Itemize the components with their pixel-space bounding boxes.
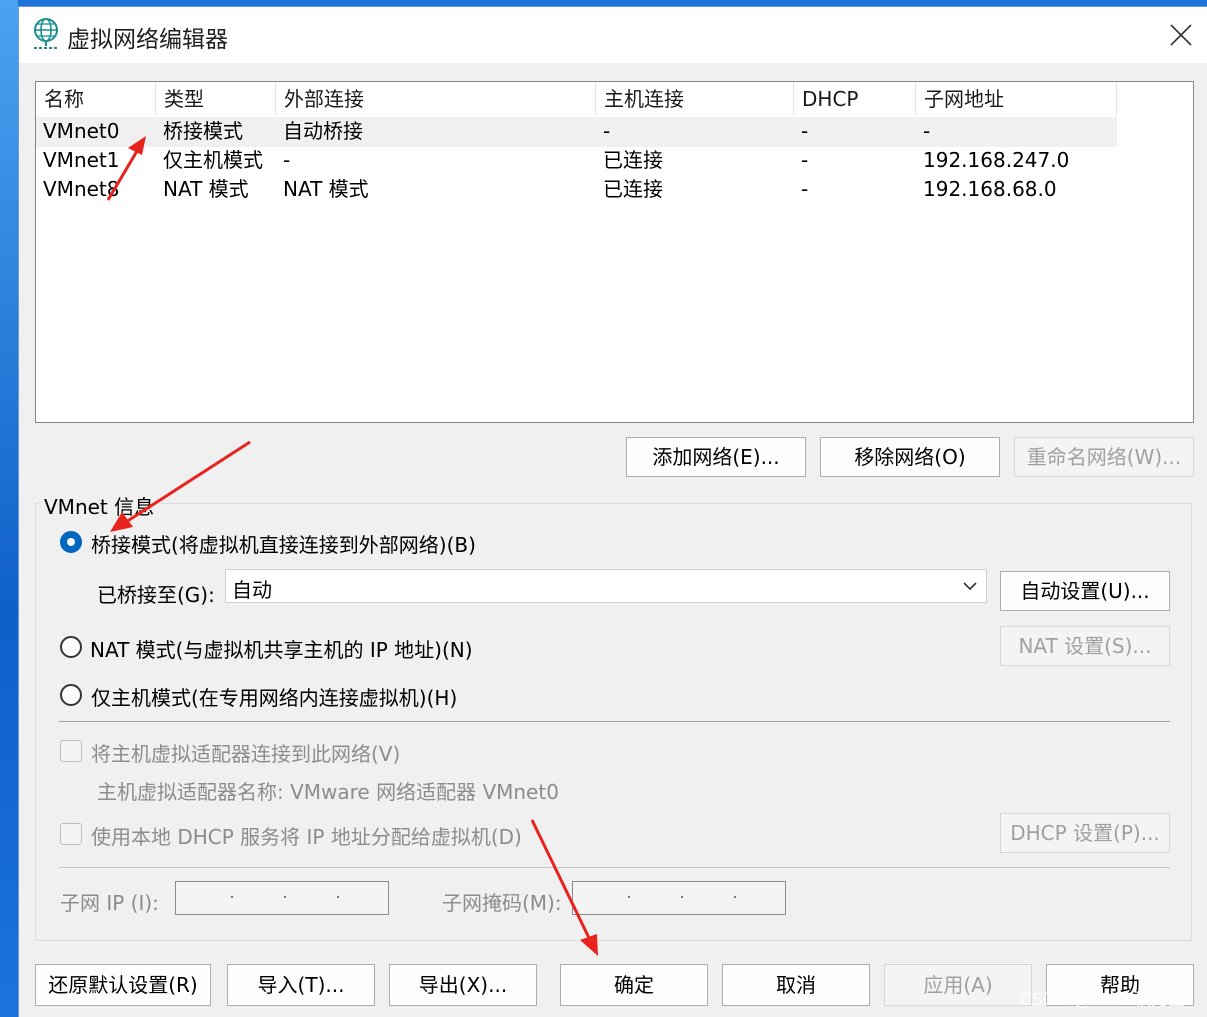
nat-label[interactable]: NAT 模式(与虚拟机共享主机的 IP 地址)(N): [90, 634, 473, 663]
title-bar: 虚拟网络编辑器: [19, 7, 1207, 63]
desktop-edge: [0, 0, 18, 1016]
bridged-to-value: 自动: [232, 578, 272, 602]
row-cell: 192.168.68.0: [923, 177, 1057, 201]
import-button[interactable]: 导入(T)...: [227, 964, 375, 1006]
subnet-ip-label: 子网 IP (I):: [60, 891, 159, 915]
row-cell: 仅主机模式: [163, 148, 263, 172]
row-cell: 已连接: [603, 148, 663, 172]
row-cell: -: [923, 119, 931, 143]
row-cell: -: [801, 148, 809, 172]
host-only-label[interactable]: 仅主机模式(在专用网络内连接虚拟机)(H): [91, 682, 457, 711]
restore-defaults-button[interactable]: 还原默认设置(R): [35, 964, 211, 1006]
connect-adapter-checkbox[interactable]: [60, 740, 82, 762]
ok-button[interactable]: 确定: [560, 964, 708, 1006]
row-cell: 桥接模式: [163, 119, 243, 143]
dhcp-settings-button[interactable]: DHCP 设置(P)...: [1000, 813, 1170, 853]
column-name[interactable]: 名称: [36, 82, 156, 116]
dhcp-label[interactable]: 使用本地 DHCP 服务将 IP 地址分配给虚拟机(D): [91, 821, 522, 850]
row-cell: 已连接: [603, 177, 663, 201]
window-title: 虚拟网络编辑器: [67, 27, 228, 53]
row-cell: NAT 模式: [163, 177, 249, 201]
chevron-down-icon: [963, 582, 977, 591]
nat-radio[interactable]: [60, 636, 82, 658]
auto-settings-button[interactable]: 自动设置(U)...: [1000, 571, 1170, 611]
bridged-to-label: 已桥接至(G):: [97, 583, 215, 607]
row-cell: -: [801, 119, 809, 143]
vmnet-info-title: VMnet 信息: [39, 491, 160, 520]
subnet-mask-input[interactable]: [572, 881, 786, 915]
separator: [59, 721, 1170, 722]
row-cell: -: [801, 177, 809, 201]
connect-adapter-label[interactable]: 将主机虚拟适配器连接到此网络(V): [91, 738, 400, 767]
column-external[interactable]: 外部连接: [276, 82, 596, 116]
network-list[interactable]: 名称 类型 外部连接 主机连接 DHCP 子网地址 VMnet0 桥接模式 自动…: [35, 81, 1194, 423]
row-cell: 自动桥接: [283, 119, 363, 143]
virtual-network-editor-dialog: 虚拟网络编辑器 名称 类型 外部连接 主机连接 DHCP 子网地址 VMnet0…: [18, 6, 1207, 1017]
row-cell: -: [603, 119, 611, 143]
row-cell: -: [283, 148, 291, 172]
column-subnet[interactable]: 子网地址: [916, 82, 1117, 116]
apply-button[interactable]: 应用(A): [884, 964, 1032, 1006]
column-type[interactable]: 类型: [156, 82, 276, 116]
close-icon[interactable]: [1152, 11, 1207, 59]
bridged-to-select[interactable]: 自动: [225, 569, 987, 603]
rename-network-button[interactable]: 重命名网络(W)...: [1014, 437, 1194, 477]
add-network-button[interactable]: 添加网络(E)...: [626, 437, 806, 477]
cancel-button[interactable]: 取消: [722, 964, 870, 1006]
subnet-ip-input[interactable]: [175, 881, 389, 915]
row-cell: VMnet0: [43, 119, 120, 143]
bridged-radio[interactable]: [60, 531, 82, 553]
remove-network-button[interactable]: 移除网络(O): [820, 437, 1000, 477]
row-cell: VMnet8: [43, 177, 120, 201]
separator: [59, 867, 1170, 868]
row-cell: VMnet1: [43, 148, 120, 172]
export-button[interactable]: 导出(X)...: [389, 964, 537, 1006]
row-cell: 192.168.247.0: [923, 148, 1070, 172]
nat-settings-button[interactable]: NAT 设置(S)...: [1000, 626, 1170, 666]
table-row[interactable]: VMnet1 仅主机模式 - 已连接 - 192.168.247.0: [36, 146, 1117, 176]
subnet-mask-label: 子网掩码(M):: [442, 891, 562, 915]
host-only-radio[interactable]: [60, 684, 82, 706]
dhcp-checkbox[interactable]: [60, 823, 82, 845]
adapter-name-label: 主机虚拟适配器名称: VMware 网络适配器 VMnet0: [97, 780, 559, 804]
column-dhcp[interactable]: DHCP: [794, 82, 916, 116]
row-cell: NAT 模式: [283, 177, 369, 201]
column-host[interactable]: 主机连接: [596, 82, 794, 116]
globe-network-icon: [34, 18, 58, 49]
table-row[interactable]: VMnet0 桥接模式 自动桥接 - - -: [36, 117, 1117, 147]
table-row[interactable]: VMnet8 NAT 模式 NAT 模式 已连接 - 192.168.68.0: [36, 175, 1117, 205]
watermark: CSDN @1126秋刀鱼: [1020, 990, 1186, 1010]
bridged-label[interactable]: 桥接模式(将虚拟机直接连接到外部网络)(B): [91, 529, 476, 558]
list-header: 名称 类型 外部连接 主机连接 DHCP 子网地址: [36, 82, 1117, 116]
